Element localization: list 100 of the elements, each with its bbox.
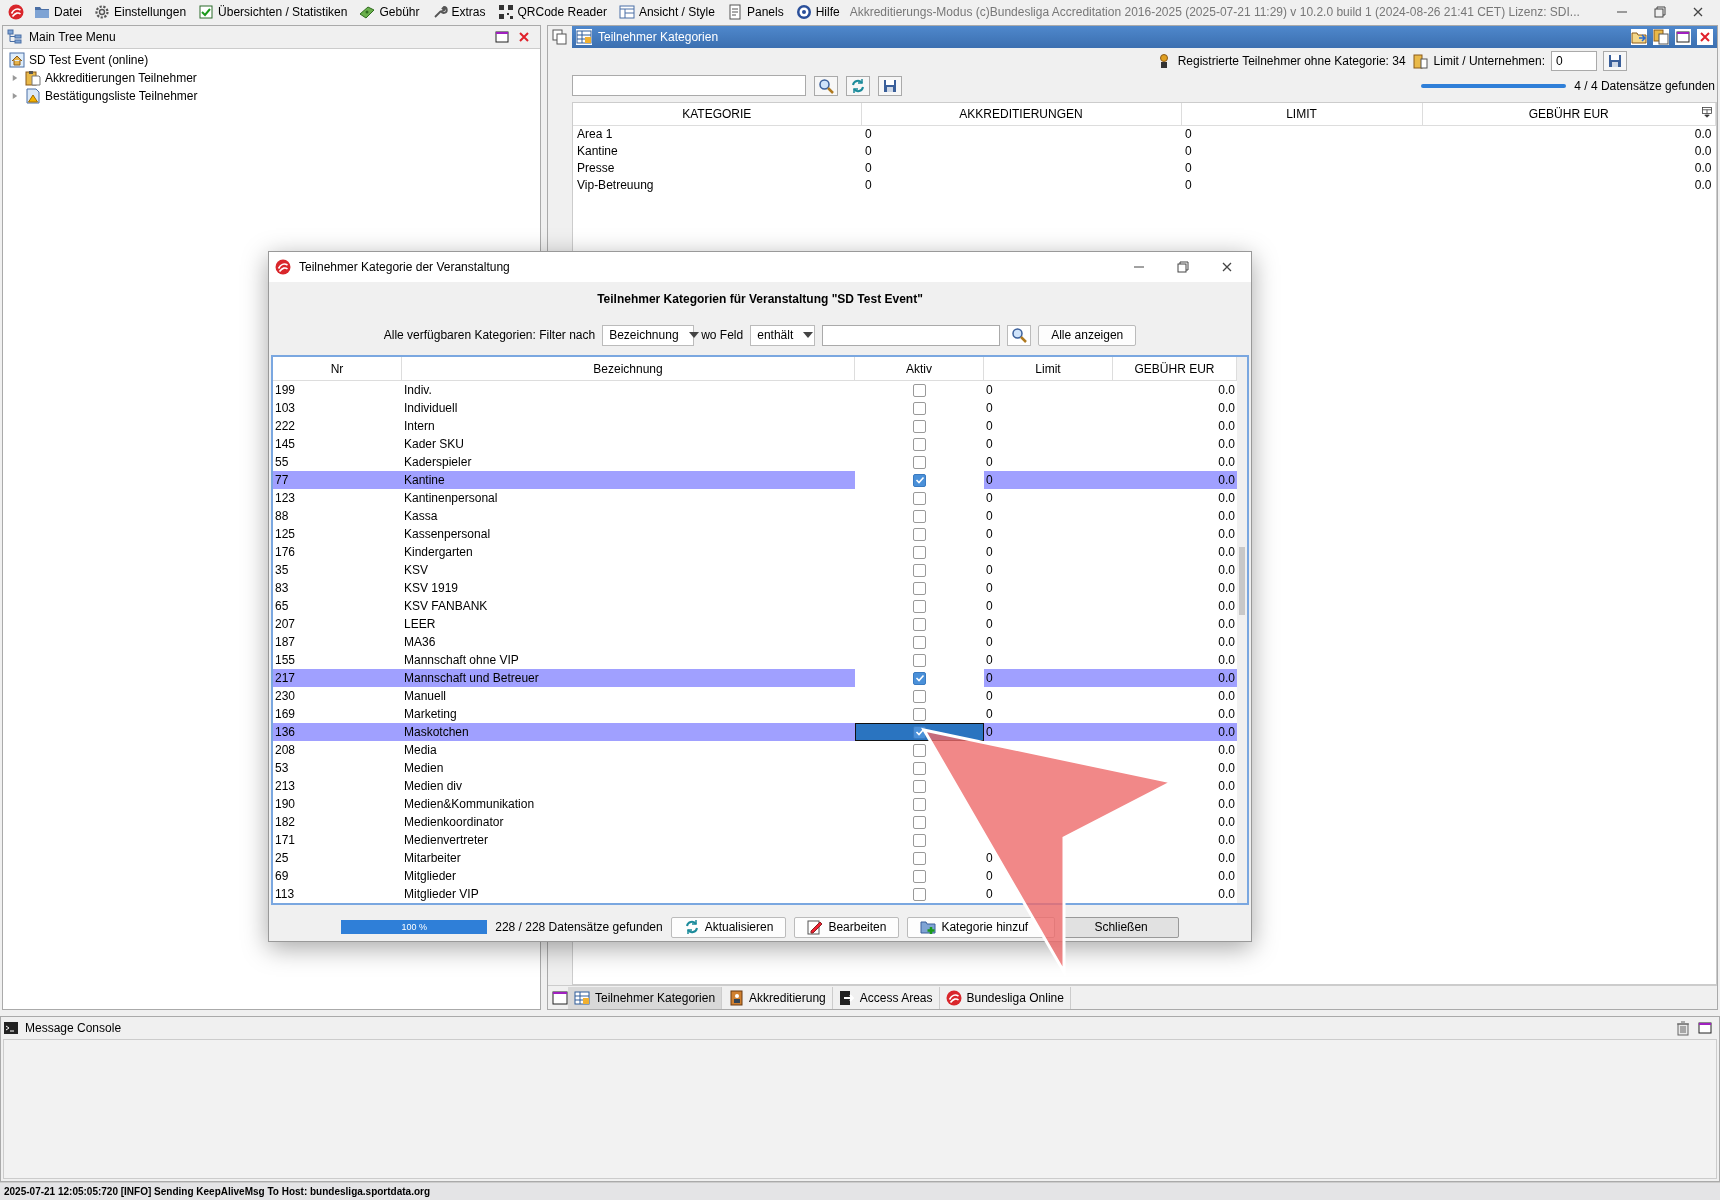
search-button[interactable] — [1007, 324, 1032, 346]
table-row[interactable]: 83 KSV 1919 0 0.0 — [273, 579, 1237, 598]
filter-field[interactable] — [822, 324, 1001, 346]
dialog-button[interactable]: Aktualisieren — [670, 916, 787, 938]
checkbox[interactable] — [913, 581, 926, 595]
column-header[interactable]: AKKREDITIERUNGEN — [959, 106, 1083, 121]
checkbox[interactable] — [913, 455, 926, 469]
tab[interactable]: Akkreditierung — [722, 986, 833, 1009]
table-row[interactable]: 230 Manuell 0 0.0 — [273, 687, 1237, 706]
checkbox[interactable] — [913, 833, 926, 847]
checkbox[interactable] — [913, 761, 926, 775]
checkbox[interactable] — [913, 815, 926, 829]
checkbox[interactable] — [913, 491, 926, 505]
table-row[interactable]: 103 Individuell 0 0.0 — [273, 399, 1237, 418]
table-row[interactable]: 25 Mitarbeiter 0 0.0 — [273, 849, 1237, 868]
dialog-button[interactable]: Bearbeiten — [794, 916, 900, 938]
table-row[interactable]: 77 Kantine 0 0.0 — [273, 471, 1237, 490]
table-row[interactable]: 35 KSV 0 0.0 — [273, 561, 1237, 580]
checkbox[interactable] — [913, 797, 926, 811]
checkbox[interactable] — [913, 869, 926, 883]
table-row[interactable]: 145 Kader SKU 0 0.0 — [273, 435, 1237, 454]
menu-item[interactable]: Ansicht / Style — [612, 0, 721, 23]
checkbox[interactable] — [913, 851, 926, 865]
menu-item[interactable]: Hilfe — [789, 0, 846, 23]
checkbox[interactable] — [913, 671, 926, 685]
table-row[interactable]: 136 Maskotchen 0 0.0 — [273, 723, 1237, 742]
table-row[interactable]: 222 Intern 0 0.0 — [273, 417, 1237, 436]
column-header[interactable]: GEBÜHR EUR — [1134, 361, 1215, 376]
column-header[interactable]: Aktiv — [906, 361, 932, 376]
table-row[interactable]: 207 LEER 0 0.0 — [273, 615, 1237, 634]
column-header[interactable]: Bezeichnung — [593, 361, 663, 376]
tab[interactable]: Access Areas — [832, 986, 940, 1009]
show-all-button[interactable]: Alle anzeigen — [1038, 324, 1137, 346]
checkbox[interactable] — [913, 599, 926, 613]
search-field[interactable] — [572, 75, 806, 96]
checkbox[interactable] — [913, 779, 926, 793]
maximize-icon[interactable] — [1697, 1020, 1713, 1036]
dialog-button[interactable]: Schließen — [1063, 916, 1179, 938]
table-row[interactable]: 199 Indiv. 0 0.0 — [273, 381, 1237, 400]
limit-field[interactable]: 0 — [1551, 50, 1597, 71]
scrollbar[interactable] — [1237, 357, 1247, 904]
tab[interactable]: Teilnehmer Kategorien — [568, 986, 723, 1009]
checkbox[interactable] — [913, 635, 926, 649]
checkbox[interactable] — [913, 707, 926, 721]
column-chooser-icon[interactable] — [1701, 106, 1713, 118]
table-row[interactable]: 187 MA36 0 0.0 — [273, 633, 1237, 652]
save-button[interactable] — [1603, 50, 1627, 71]
checkbox[interactable] — [913, 743, 926, 757]
table-row[interactable]: 55 Kaderspieler 0 0.0 — [273, 453, 1237, 472]
table-row[interactable]: 69 Mitglieder 0 0.0 — [273, 867, 1237, 886]
checkbox[interactable] — [913, 617, 926, 631]
tree-item[interactable]: SD Test Event (online) — [29, 53, 149, 67]
search-button[interactable] — [814, 75, 838, 96]
folder-export-icon[interactable] — [1631, 29, 1647, 45]
table-row[interactable]: 208 Media 0.0 — [273, 741, 1237, 760]
column-header[interactable]: GEBÜHR EUR — [1528, 106, 1609, 121]
folder-copy-icon[interactable] — [1653, 29, 1669, 45]
menu-item[interactable]: Übersichten / Statistiken — [192, 0, 354, 23]
menu-item[interactable]: Panels — [720, 0, 790, 23]
refresh-button[interactable] — [846, 75, 870, 96]
window-icon[interactable] — [552, 989, 568, 1006]
checkbox[interactable] — [913, 689, 926, 703]
table-row[interactable]: 171 Medienvertreter 0.0 — [273, 831, 1237, 850]
table-row[interactable]: 155 Mannschaft ohne VIP 0 0.0 — [273, 651, 1237, 670]
checkbox[interactable] — [913, 509, 926, 523]
table-row[interactable]: 125 Kassenpersonal 0 0.0 — [273, 525, 1237, 544]
table-row[interactable]: 53 Medien 0.0 — [273, 759, 1237, 778]
tree-item[interactable]: Akkreditierungen Teilnehmer — [45, 71, 197, 85]
menu-item[interactable]: Einstellungen — [88, 0, 193, 23]
checkbox[interactable] — [913, 545, 926, 559]
column-header[interactable]: LIMIT — [1286, 106, 1317, 121]
checkbox[interactable] — [913, 437, 926, 451]
save-button[interactable] — [878, 75, 902, 96]
menu-item[interactable]: Gebühr — [353, 0, 426, 23]
checkbox[interactable] — [913, 383, 926, 397]
checkbox[interactable] — [913, 419, 926, 433]
close-icon[interactable] — [1697, 29, 1713, 45]
table-row[interactable]: 182 Medienkoordinator 0.0 — [273, 813, 1237, 832]
tree-item[interactable]: Bestätigungsliste Teilnehmer — [45, 89, 198, 103]
maximize-icon[interactable] — [1675, 29, 1691, 45]
table-row[interactable]: 123 Kantinenpersonal 0 0.0 — [273, 489, 1237, 508]
tab[interactable]: Bundesliga Online — [939, 986, 1071, 1009]
menu-item[interactable]: QRCode Reader — [491, 0, 613, 23]
trash-icon[interactable] — [1675, 1020, 1691, 1036]
checkbox[interactable] — [913, 401, 926, 415]
checkbox[interactable] — [913, 473, 926, 487]
checkbox[interactable] — [913, 887, 926, 901]
table-row[interactable]: 113 Mitglieder VIP 0 0.0 — [273, 885, 1237, 904]
operator-dropdown[interactable]: enthält — [750, 324, 816, 346]
restore-icon[interactable] — [1175, 258, 1191, 275]
table-row[interactable]: 169 Marketing 0 0.0 — [273, 705, 1237, 724]
table-row[interactable]: 176 Kindergarten 0 0.0 — [273, 543, 1237, 562]
column-header[interactable]: KATEGORIE — [682, 106, 752, 121]
checkbox[interactable] — [913, 653, 926, 667]
column-header[interactable]: Limit — [1035, 361, 1061, 376]
table-row[interactable]: 213 Medien div 0.0 — [273, 777, 1237, 796]
checkbox[interactable] — [913, 527, 926, 541]
table-row[interactable]: 190 Medien&Kommunikation 0.0 — [273, 795, 1237, 814]
table-row[interactable]: 88 Kassa 0 0.0 — [273, 507, 1237, 526]
table-row[interactable]: 217 Mannschaft und Betreuer 0 0.0 — [273, 669, 1237, 688]
